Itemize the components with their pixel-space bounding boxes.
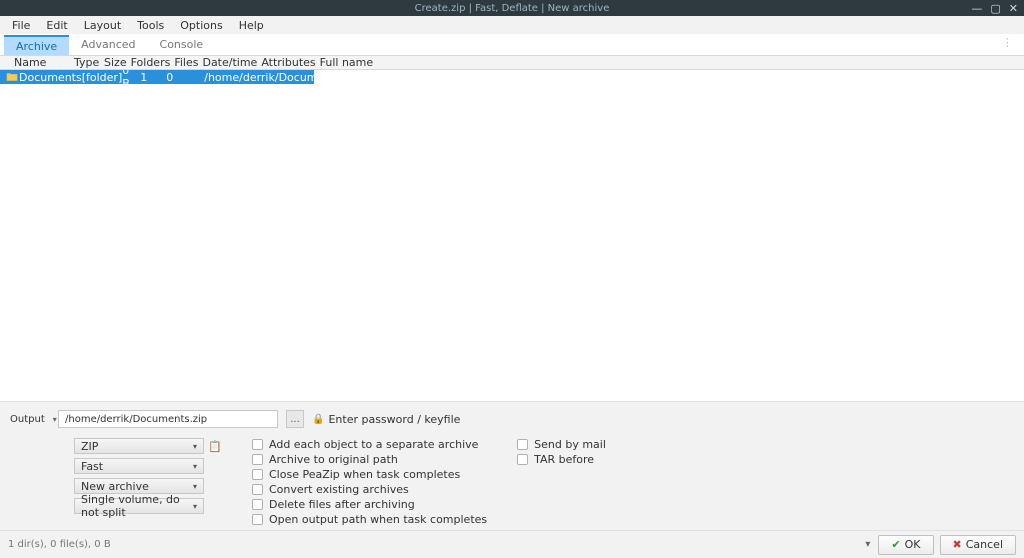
close-button[interactable]: ✕ [1007,2,1020,15]
cb-convert-existing[interactable]: Convert existing archives [252,483,487,496]
window-controls: — ▢ ✕ [969,2,1024,15]
col-files[interactable]: Files [174,56,202,69]
dropdown-column: ZIP 📋 Fast New archive Single volume, do… [74,438,222,526]
row-type: [folder] [82,71,123,84]
menu-file[interactable]: File [6,18,36,33]
col-datetime[interactable]: Date/time [202,56,261,69]
output-row: Output ... 🔒 Enter password / keyfile [10,410,1014,428]
table-header: Name Type Size Folders Files Date/time A… [0,56,1024,70]
cb-send-mail[interactable]: Send by mail [517,438,606,451]
options-grid: ZIP 📋 Fast New archive Single volume, do… [10,438,1014,526]
checkbox-column-2: Send by mail TAR before [517,438,606,526]
menu-edit[interactable]: Edit [40,18,73,33]
footer: 1 dir(s), 0 file(s), 0 B ▾ ✔OK ✖Cancel [0,530,1024,558]
status-text: 1 dir(s), 0 file(s), 0 B [8,539,111,550]
archive-mode-dropdown[interactable]: New archive [74,478,204,494]
col-folders[interactable]: Folders [131,56,175,69]
menu-tools[interactable]: Tools [131,18,170,33]
ok-button[interactable]: ✔OK [878,535,933,555]
folder-icon [6,71,18,83]
tabbar: Archive Advanced Console ⋮ [0,34,1024,56]
tab-advanced[interactable]: Advanced [69,34,147,55]
menubar: File Edit Layout Tools Options Help [0,16,1024,34]
format-details-button[interactable]: 📋 [208,439,222,453]
titlebar: Create.zip | Fast, Deflate | New archive… [0,0,1024,16]
password-label: Enter password / keyfile [328,413,460,426]
row-files: 0 [166,71,204,84]
menu-options[interactable]: Options [174,18,228,33]
col-attributes[interactable]: Attributes [261,56,319,69]
compression-level-dropdown[interactable]: Fast [74,458,204,474]
col-name[interactable]: Name [6,56,74,69]
row-folders: 1 [140,71,166,84]
maximize-button[interactable]: ▢ [988,2,1002,15]
lock-icon: 🔒 [312,414,324,425]
cb-separate-archive[interactable]: Add each object to a separate archive [252,438,487,451]
col-fullname[interactable]: Full name [320,56,1018,69]
footer-options-dropdown[interactable]: ▾ [863,537,872,552]
check-icon: ✔ [891,538,900,551]
format-dropdown[interactable]: ZIP [74,438,204,454]
cb-tar-before[interactable]: TAR before [517,453,606,466]
cb-delete-after[interactable]: Delete files after archiving [252,498,487,511]
table-body[interactable]: Documents [folder] 0 B 1 0 /home/derrik/… [0,70,1024,401]
checkbox-column-1: Add each object to a separate archive Ar… [252,438,487,526]
cancel-button[interactable]: ✖Cancel [940,535,1016,555]
cb-close-after[interactable]: Close PeaZip when task completes [252,468,487,481]
tab-archive[interactable]: Archive [4,35,69,55]
menu-layout[interactable]: Layout [78,18,127,33]
x-icon: ✖ [953,538,962,551]
output-label[interactable]: Output [10,414,50,425]
options-panel: Output ... 🔒 Enter password / keyfile ZI… [0,401,1024,530]
row-size: 0 B [122,70,140,90]
tab-overflow-button[interactable]: ⋮ [992,34,1024,55]
password-button[interactable]: 🔒 Enter password / keyfile [312,413,460,426]
browse-button[interactable]: ... [286,410,304,428]
output-path-input[interactable] [58,410,278,428]
col-size[interactable]: Size [104,56,131,69]
split-dropdown[interactable]: Single volume, do not split [74,498,204,514]
menu-help[interactable]: Help [233,18,270,33]
table-row[interactable]: Documents [folder] 0 B 1 0 /home/derrik/… [0,70,314,84]
cb-original-path[interactable]: Archive to original path [252,453,487,466]
cb-open-output[interactable]: Open output path when task completes [252,513,487,526]
row-fullname: /home/derrik/Documents [204,71,345,84]
minimize-button[interactable]: — [969,2,984,15]
row-name: Documents [19,71,82,84]
col-type[interactable]: Type [74,56,104,69]
window-title: Create.zip | Fast, Deflate | New archive [415,3,610,14]
tab-console[interactable]: Console [148,34,216,55]
